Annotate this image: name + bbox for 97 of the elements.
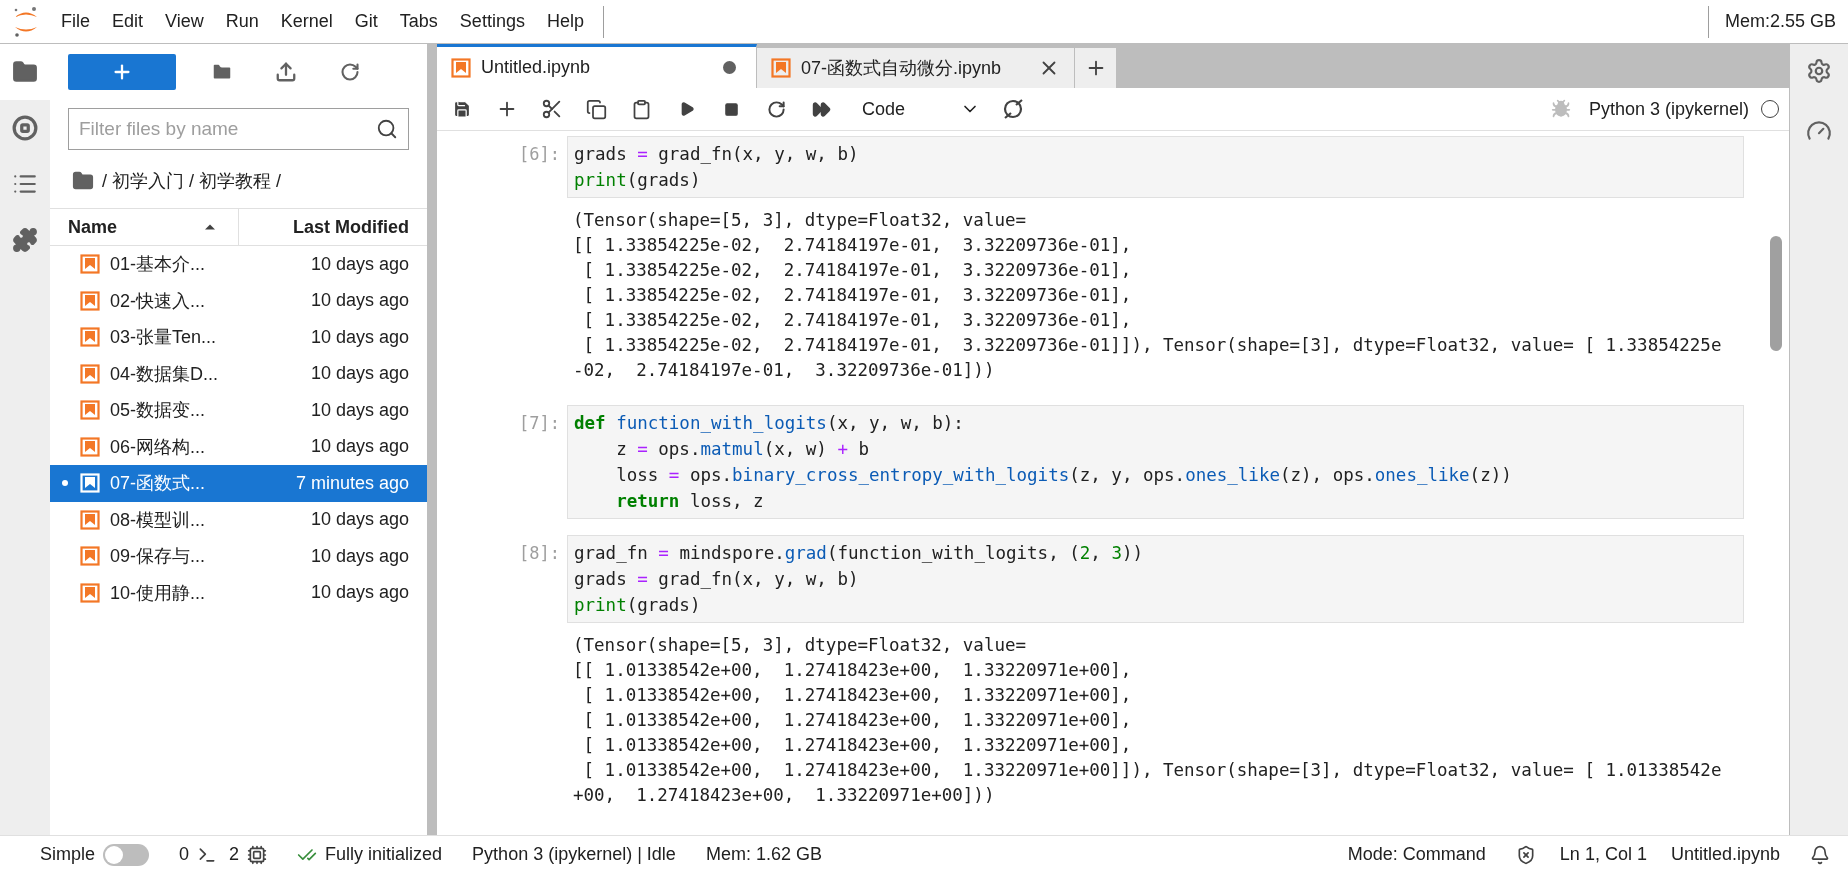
notebook-icon — [80, 363, 100, 384]
menu-item[interactable]: Edit — [101, 11, 155, 32]
notebook-icon — [80, 582, 100, 603]
column-header[interactable]: Last Modified — [239, 209, 427, 245]
modified-time: 10 days ago — [310, 399, 409, 421]
modified-time: 10 days ago — [310, 326, 409, 348]
bug-icon — [1550, 99, 1571, 119]
copy-icon — [586, 98, 607, 120]
cell-output: (Tensor(shape=[5, 3], dtype=Float32, value= [[ 1.33854225e-02, 2.74184197e-01, 3.32209736e-01], [ 1.33854225e-02, 2.74184197e-01, 3.32209736e-01], [ 1.33854225e-02, 2.74184197e-01, 3.32209736e-01], [ 1.33854225e-02, 2.74184197e-01, 3.32209736e-01], [ 1.33854225e-02, 2.74184197e-01, 3.32209736e-01]]), Tensor(shape=[3], dtype=Float32, value= [ 1.33854225e -02, 2.74184197e-01, 3.32209736e-01])) — [572, 209, 1723, 382]
file-name: 05-数据变... — [110, 399, 207, 423]
cell-prompt: [7]: — [518, 412, 561, 435]
gear-icon[interactable] — [1806, 58, 1832, 84]
file-name: 07-函数式... — [110, 472, 207, 496]
file-name: 01-基本介... — [110, 253, 207, 277]
code-line: grads = grad_fn(x, y, w, b) — [574, 568, 860, 591]
clipboard-icon — [631, 98, 652, 120]
modified-time: 10 days ago — [310, 545, 409, 567]
modified-time: 10 days ago — [310, 253, 409, 275]
upload-icon — [275, 61, 297, 83]
cursor-position[interactable]: Ln 1, Col 1 — [1559, 844, 1647, 865]
file-name: 03-张量Ten... — [110, 326, 218, 350]
code-line: z = ops.matmul(x, w) + b — [615, 438, 871, 461]
code-line: def function_with_logits(x, y, w, b): — [574, 412, 965, 435]
kernel-count[interactable]: 2 — [229, 844, 240, 865]
code-input[interactable]: grads = grad_fn(x, y, w, b) print(grads) — [567, 136, 1744, 198]
stop-icon — [724, 101, 739, 117]
memory-usage: Mem:2.55 GB — [1723, 11, 1837, 32]
folder-icon — [72, 170, 94, 192]
notebook-icon — [80, 546, 100, 567]
column-header[interactable]: Name — [50, 209, 239, 245]
notebook-icon — [80, 473, 100, 494]
code-line: return loss, z — [615, 490, 765, 513]
file-name: Untitled.ipynb — [1670, 844, 1780, 865]
scissors-icon — [540, 98, 563, 120]
modified-time: 10 days ago — [310, 363, 409, 385]
menu-item[interactable]: Run — [214, 11, 270, 32]
notebook-icon — [80, 327, 100, 348]
folder-icon — [12, 59, 38, 85]
code-line: grad_fn = mindspore.grad(function_with_logits, (2, 3)) — [574, 542, 1145, 565]
fast-forward-icon — [812, 99, 831, 119]
file-row[interactable]: 07-函数式... 7 minutes ago — [50, 465, 427, 502]
bell-icon[interactable] — [1810, 844, 1830, 865]
file-name: 10-使用静... — [110, 581, 207, 605]
notebook-tab[interactable]: 07-函数式自动微分.ipynb — [757, 47, 1075, 88]
cell-type-dropdown[interactable]: Code — [850, 93, 990, 125]
kernel-status[interactable]: Python 3 (ipykernel) | Idle — [472, 844, 676, 865]
code-line: print(grads) — [574, 594, 702, 617]
code-input[interactable]: def function_with_logits(x, y, w, b): z = ops.matmul(x, w) + b loss = ops.binary_cross_entropy_with_logits(z, y, ops.ones_like(z), ops.ones_like(z)) return loss, z — [567, 405, 1744, 519]
menu-item[interactable]: Help — [535, 11, 595, 32]
menu-item[interactable]: Settings — [448, 11, 536, 32]
menu-item[interactable]: Tabs — [388, 11, 449, 32]
chip-icon[interactable] — [247, 844, 268, 865]
code-line: loss = ops.binary_cross_entropy_with_logits(z, y, ops.ones_like(z), ops.ones_like(z)) — [615, 464, 1513, 487]
modified-time: 10 days ago — [310, 582, 409, 604]
notebook-icon — [80, 254, 100, 275]
search-icon — [376, 118, 398, 140]
notebook-icon — [771, 58, 791, 78]
puzzle-icon — [12, 227, 38, 253]
menu-item[interactable]: Kernel — [269, 11, 344, 32]
filter-field[interactable]: Filter files by name — [68, 108, 409, 150]
modified-time: 10 days ago — [310, 436, 409, 458]
kernel-name[interactable]: Python 3 (ipykernel) — [1588, 98, 1749, 120]
stop-circle-icon — [12, 115, 38, 141]
restart-icon — [767, 99, 786, 119]
modified-time: 10 days ago — [310, 290, 409, 312]
terminal-count[interactable]: 0 — [179, 844, 190, 865]
file-name: 09-保存与... — [110, 545, 207, 569]
breadcrumb-path[interactable]: / 初学入门 / 初学教程 / — [102, 169, 281, 193]
notebook-icon — [80, 509, 100, 530]
modified-time: 10 days ago — [310, 509, 409, 531]
refresh-icon — [340, 62, 360, 82]
simple-label: Simple — [40, 844, 96, 865]
memory-usage: Mem: 1.62 GB — [705, 844, 822, 865]
init-status: Fully initialized — [325, 844, 443, 865]
file-name: 08-模型训... — [110, 508, 207, 532]
notebook-icon — [80, 290, 100, 311]
cell-output: (Tensor(shape=[5, 3], dtype=Float32, value= [[ 1.01338542e+00, 1.27418423e+00, 1.33220971e+00], [ 1.01338542e+00, 1.27418423e+00, 1.33220971e+00], [ 1.01338542e+00, 1.27418423e+00, 1.33220971e+00], [ 1.01338542e+00, 1.27418423e+00, 1.33220971e+00], [ 1.01338542e+00, 1.27418423e+00, 1.33220971e+00]]), Tensor(shape=[3], dtype=Float32, value= [ 1.01338542e +00, 1.27418423e+00, 1.33220971e+00])) — [572, 634, 1723, 807]
cell-prompt: [6]: — [518, 143, 561, 166]
file-name: 06-网络构... — [110, 435, 207, 459]
notebook-icon — [80, 400, 100, 421]
menu-item[interactable]: Git — [343, 11, 389, 32]
notebook-icon — [80, 436, 100, 457]
file-name: 02-快速入... — [110, 289, 207, 313]
mode-indicator: Mode: Command — [1347, 844, 1486, 865]
code-line: grads = grad_fn(x, y, w, b) — [574, 143, 860, 166]
simple-mode-toggle[interactable] — [103, 843, 150, 866]
file-name: 04-数据集D... — [110, 362, 220, 386]
modified-time: 7 minutes ago — [295, 472, 409, 494]
code-input[interactable]: grad_fn = mindspore.grad(function_with_logits, (2, 3)) grads = grad_fn(x, y, w, b) print(grads) — [567, 535, 1744, 623]
cell-prompt: [8]: — [518, 542, 561, 565]
menu-item[interactable]: View — [154, 11, 215, 32]
notebook-tab[interactable]: Untitled.ipynb — [437, 44, 757, 88]
side-tab[interactable] — [0, 44, 50, 100]
menu-item[interactable]: File — [50, 11, 101, 32]
code-line: print(grads) — [574, 169, 702, 192]
notebook-icon — [451, 57, 471, 78]
new-tab-button[interactable] — [1075, 47, 1117, 88]
